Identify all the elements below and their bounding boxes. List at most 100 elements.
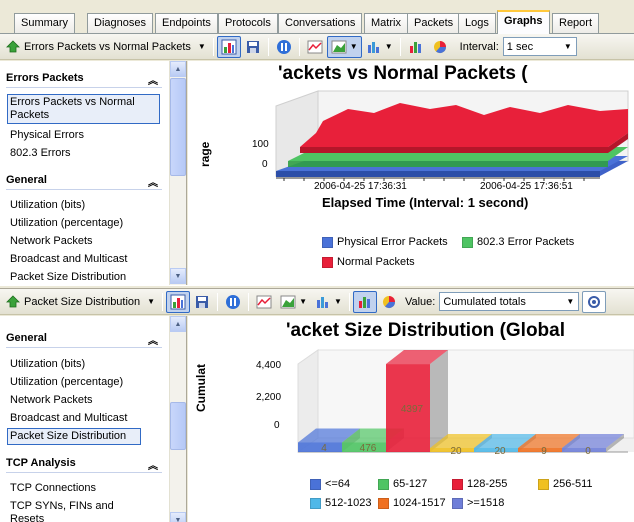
scrollbar-thumb[interactable]	[170, 402, 186, 450]
legend-label: 512-1023	[325, 497, 372, 509]
value-select[interactable]: Cumulated totals ▼	[439, 292, 580, 311]
area-chart-button[interactable]: ▼	[326, 35, 362, 58]
bar-chart: 4 476 4397 20 20 9 0	[297, 349, 634, 457]
area-chart-button[interactable]: ▼	[276, 291, 311, 313]
tab-conversations[interactable]: Conversations	[278, 13, 363, 34]
tab-graphs[interactable]: Graphs	[497, 10, 550, 34]
list-item-broadcast-multicast[interactable]: Broadcast and Multicast	[10, 412, 160, 425]
x-axis-label: Elapsed Time (Interval: 1 second)	[322, 195, 529, 210]
home-arrow-icon	[6, 39, 20, 52]
line-chart-icon	[307, 40, 323, 53]
options-button[interactable]	[582, 290, 607, 313]
bar-style-button[interactable]: ▼	[362, 36, 397, 58]
scrollbar-thumb[interactable]	[170, 78, 186, 176]
scroll-down-icon[interactable]: ▼	[170, 512, 186, 522]
line-chart-button[interactable]	[303, 36, 327, 58]
tab-packets[interactable]: Packets	[407, 13, 461, 34]
list-item-tcp-syns-fins-resets[interactable]: TCP SYNs, FINs and Resets	[10, 500, 130, 522]
floppy-disk-icon	[246, 40, 259, 53]
tab-logs[interactable]: Logs	[458, 13, 496, 34]
pause-button[interactable]	[272, 36, 296, 58]
scroll-up-icon[interactable]: ▲	[170, 61, 186, 77]
list-item-errors-vs-normal[interactable]: Errors Packets vs Normal Packets	[7, 94, 160, 124]
top-graph-area: 'ackets vs Normal Packets ( rage 100 0 2…	[188, 61, 634, 285]
legend-swatch	[322, 236, 333, 248]
bar-style-button[interactable]: ▼	[311, 291, 346, 313]
tab-bar: Summary Diagnoses Endpoints Protocols Co…	[0, 0, 634, 34]
legend-item: 256-511	[538, 478, 593, 490]
pause-button[interactable]	[221, 291, 245, 313]
legend-swatch	[452, 478, 463, 490]
scroll-up-icon[interactable]: ▲	[170, 316, 186, 332]
tab-endpoints[interactable]: Endpoints	[155, 13, 218, 34]
tab-summary[interactable]: Summary	[14, 13, 76, 34]
area-chart-icon	[331, 40, 347, 53]
interval-select[interactable]: 1 sec ▼	[502, 37, 577, 56]
legend-swatch	[322, 256, 333, 268]
legend-swatch	[452, 497, 463, 509]
line-chart-icon	[256, 295, 272, 308]
section-header-general[interactable]: General ︽	[6, 332, 162, 347]
list-item-utilization-bits[interactable]: Utilization (bits)	[10, 358, 160, 371]
stacked-bar-icon	[367, 41, 379, 53]
collapse-chevron-icon[interactable]: ︽	[148, 72, 158, 87]
bar-value-label: 4397	[401, 404, 424, 415]
save-button[interactable]	[190, 291, 214, 313]
bar-chart-button[interactable]	[352, 290, 377, 313]
collapse-chevron-icon[interactable]: ︽	[148, 174, 158, 189]
list-item-utilization-percentage[interactable]: Utilization (percentage)	[10, 217, 160, 230]
save-button[interactable]	[241, 36, 265, 58]
bar-<=64	[298, 442, 342, 452]
list-item-8023-errors[interactable]: 802.3 Errors	[10, 147, 160, 160]
list-item-broadcast-multicast[interactable]: Broadcast and Multicast	[10, 253, 160, 266]
vertical-scrollbar[interactable]: ▲ ▼	[169, 316, 186, 522]
list-item-packet-size-distribution[interactable]: Packet Size Distribution	[10, 271, 160, 284]
legend-label: >=1518	[467, 497, 505, 509]
list-item-physical-errors[interactable]: Physical Errors	[10, 129, 160, 142]
list-item-utilization-percentage[interactable]: Utilization (percentage)	[10, 376, 160, 389]
area-chart-icon	[280, 295, 296, 308]
list-item-packet-size-distribution[interactable]: Packet Size Distribution	[7, 428, 141, 445]
legend-item: 1024-1517	[378, 497, 446, 509]
graph-select-dropdown[interactable]: Packet Size Distribution ▼	[2, 291, 159, 313]
collapse-chevron-icon[interactable]: ︽	[148, 457, 158, 472]
bar->=1518	[562, 448, 606, 452]
legend-item: 512-1023	[310, 497, 372, 509]
section-header-errors-packets[interactable]: Errors Packets ︽	[6, 72, 162, 87]
list-item-tcp-connections[interactable]: TCP Connections	[10, 482, 160, 495]
tab-report[interactable]: Report	[552, 13, 600, 34]
line-chart-button[interactable]	[252, 291, 276, 313]
chart-view-button[interactable]	[166, 290, 191, 313]
legend-label: 65-127	[393, 478, 428, 490]
pie-chart-button[interactable]	[377, 291, 401, 313]
interval-value: 1 sec	[506, 40, 534, 53]
scroll-down-icon[interactable]: ▼	[170, 268, 186, 284]
y-tick-label: 100	[252, 139, 269, 150]
list-item-utilization-bits[interactable]: Utilization (bits)	[10, 199, 160, 212]
bar-chart-button[interactable]	[404, 36, 428, 58]
collapse-chevron-icon[interactable]: ︽	[148, 332, 158, 347]
tab-matrix[interactable]: Matrix	[364, 13, 408, 34]
chevron-down-icon: ▼	[562, 293, 579, 310]
stacked-bar-icon	[317, 296, 329, 308]
section-title: TCP Analysis	[6, 457, 76, 469]
chevron-down-icon: ▼	[299, 297, 308, 306]
section-header-general[interactable]: General ︽	[6, 174, 162, 189]
interval-label: Interval:	[459, 40, 499, 53]
list-item-network-packets[interactable]: Network Packets	[10, 394, 160, 407]
tab-protocols[interactable]: Protocols	[218, 13, 278, 34]
value-label: Value:	[404, 295, 436, 308]
list-item-network-packets[interactable]: Network Packets	[10, 235, 160, 248]
vertical-scrollbar[interactable]: ▲ ▼	[169, 61, 186, 285]
chart-view-button[interactable]	[216, 35, 241, 58]
bar-chart-icon	[358, 296, 370, 308]
section-header-tcp-analysis[interactable]: TCP Analysis ︽	[6, 457, 162, 472]
legend-swatch	[378, 497, 389, 509]
pause-icon	[276, 39, 291, 54]
graph-select-label: Errors Packets vs Normal Packets	[24, 40, 191, 53]
pie-chart-button[interactable]	[428, 36, 452, 58]
legend-swatch	[538, 478, 549, 490]
tab-diagnoses[interactable]: Diagnoses	[87, 13, 153, 34]
graph-select-dropdown[interactable]: Errors Packets vs Normal Packets ▼	[2, 36, 210, 58]
chart-title: 'acket Size Distribution (Global	[286, 320, 566, 341]
